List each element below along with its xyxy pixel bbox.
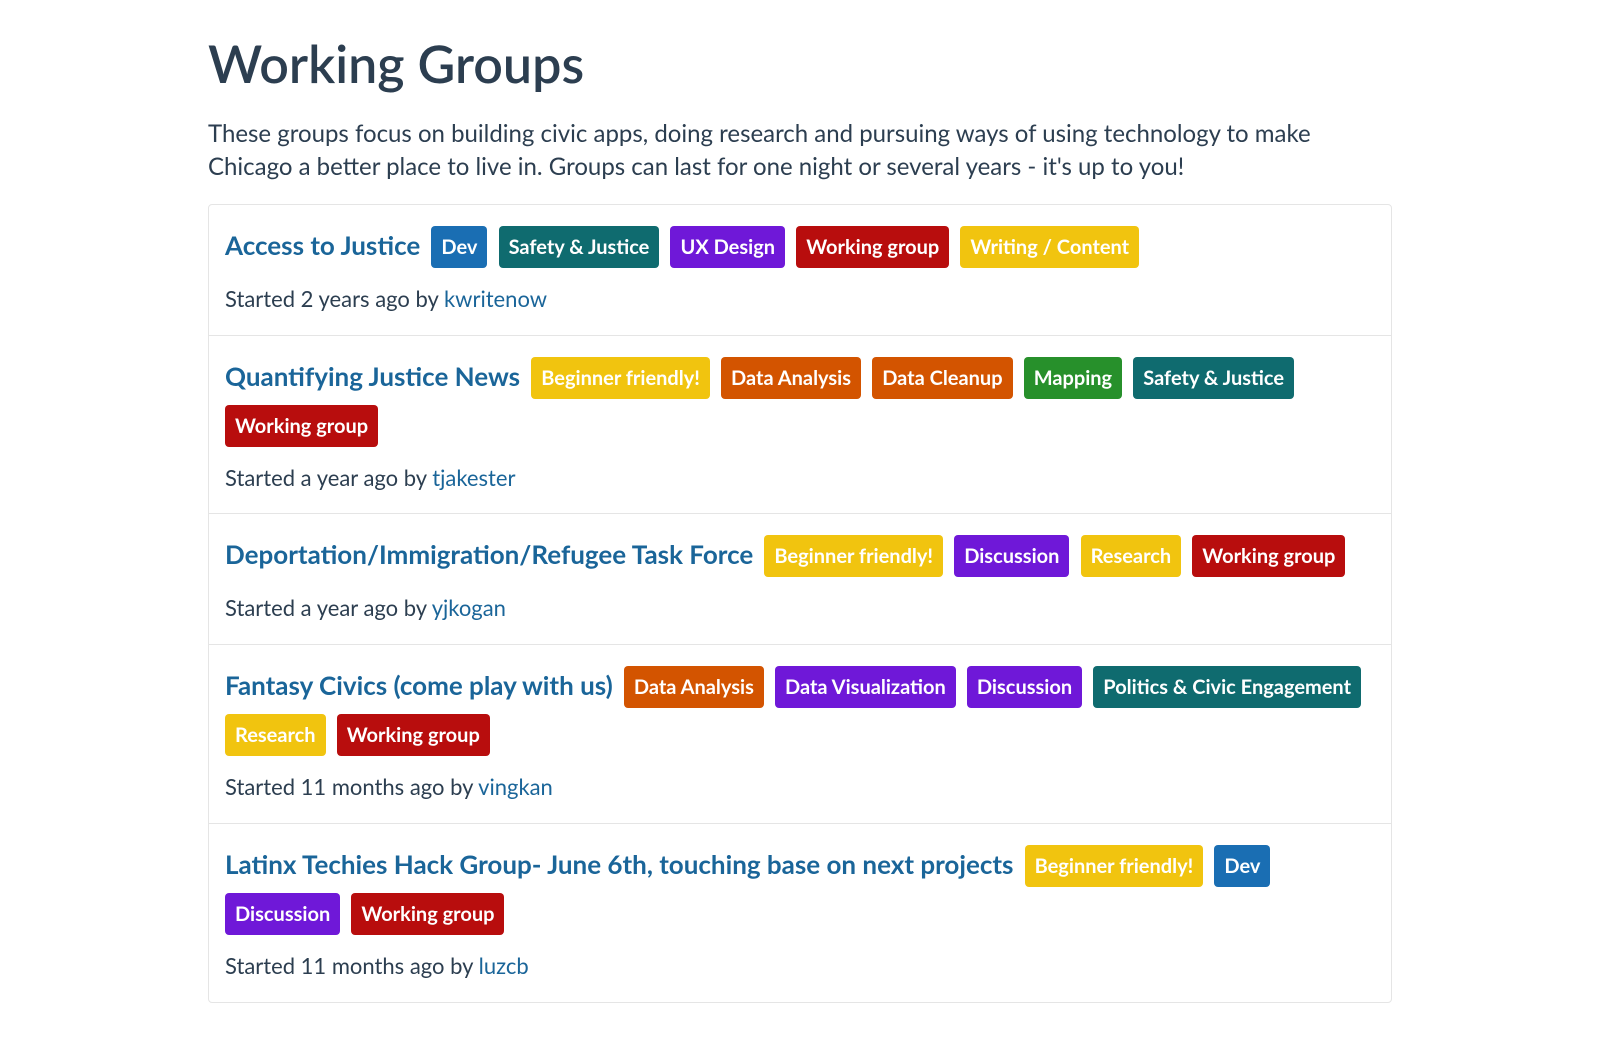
by-text: by [445, 952, 479, 979]
group-title-row: Deportation/Immigration/Refugee Task For… [225, 532, 1375, 583]
started-prefix: Started [225, 464, 301, 491]
author-link[interactable]: kwritenow [444, 285, 547, 312]
started-time: a year ago [301, 594, 398, 621]
started-time: 11 months ago [301, 773, 445, 800]
group-meta: Started a year ago by yjkogan [225, 593, 1375, 624]
tag[interactable]: Safety & Justice [499, 226, 660, 268]
page-title: Working Groups [208, 28, 1392, 101]
group-title-row: Quantifying Justice News Beginner friend… [225, 354, 1375, 453]
group-item: Access to Justice Dev Safety & Justice U… [209, 205, 1391, 336]
author-link[interactable]: tjakester [432, 464, 515, 491]
group-title-row: Fantasy Civics (come play with us) Data … [225, 663, 1375, 762]
tag[interactable]: Discussion [967, 666, 1082, 708]
tag[interactable]: Data Analysis [721, 357, 861, 399]
group-meta: Started 2 years ago by kwritenow [225, 284, 1375, 315]
tag[interactable]: Working group [351, 893, 504, 935]
group-item: Latinx Techies Hack Group- June 6th, tou… [209, 824, 1391, 1002]
tag[interactable]: Safety & Justice [1133, 357, 1294, 399]
tag[interactable]: Working group [1192, 535, 1345, 577]
tag[interactable]: Beginner friendly! [1025, 845, 1204, 887]
tag[interactable]: Working group [337, 714, 490, 756]
started-prefix: Started [225, 594, 301, 621]
group-title-link[interactable]: Access to Justice [225, 229, 420, 261]
page-intro: These groups focus on building civic app… [208, 117, 1392, 184]
group-title-link[interactable]: Fantasy Civics (come play with us) [225, 669, 613, 701]
tag[interactable]: Dev [431, 226, 487, 268]
tag[interactable]: Working group [225, 405, 378, 447]
by-text: by [398, 464, 432, 491]
group-meta: Started 11 months ago by luzcb [225, 951, 1375, 982]
tag[interactable]: Dev [1214, 845, 1270, 887]
group-title-row: Access to Justice Dev Safety & Justice U… [225, 223, 1375, 274]
tag[interactable]: Research [1081, 535, 1182, 577]
page-container: Working Groups These groups focus on bui… [160, 0, 1440, 1051]
tag[interactable]: Data Analysis [624, 666, 764, 708]
tag[interactable]: Working group [796, 226, 949, 268]
tag[interactable]: Mapping [1024, 357, 1122, 399]
group-meta: Started 11 months ago by vingkan [225, 772, 1375, 803]
author-link[interactable]: luzcb [479, 952, 529, 979]
by-text: by [398, 594, 432, 621]
started-time: 11 months ago [301, 952, 445, 979]
group-item: Deportation/Immigration/Refugee Task For… [209, 514, 1391, 645]
author-link[interactable]: vingkan [478, 773, 553, 800]
started-time: a year ago [301, 464, 398, 491]
tag[interactable]: Data Cleanup [872, 357, 1012, 399]
tag[interactable]: Discussion [954, 535, 1069, 577]
group-title-row: Latinx Techies Hack Group- June 6th, tou… [225, 842, 1375, 941]
tag[interactable]: Beginner friendly! [531, 357, 710, 399]
group-item: Fantasy Civics (come play with us) Data … [209, 645, 1391, 824]
tag[interactable]: Discussion [225, 893, 340, 935]
group-meta: Started a year ago by tjakester [225, 463, 1375, 494]
started-prefix: Started [225, 285, 301, 312]
group-title-link[interactable]: Quantifying Justice News [225, 360, 520, 392]
groups-list: Access to Justice Dev Safety & Justice U… [208, 204, 1392, 1003]
tag[interactable]: Research [225, 714, 326, 756]
by-text: by [445, 773, 479, 800]
started-prefix: Started [225, 773, 301, 800]
author-link[interactable]: yjkogan [432, 594, 506, 621]
tag[interactable]: Writing / Content [960, 226, 1139, 268]
group-title-link[interactable]: Deportation/Immigration/Refugee Task For… [225, 538, 753, 570]
tag[interactable]: Politics & Civic Engagement [1093, 666, 1361, 708]
started-prefix: Started [225, 952, 301, 979]
tag[interactable]: UX Design [670, 226, 785, 268]
tag[interactable]: Beginner friendly! [764, 535, 943, 577]
by-text: by [410, 285, 444, 312]
group-item: Quantifying Justice News Beginner friend… [209, 336, 1391, 515]
group-title-link[interactable]: Latinx Techies Hack Group- June 6th, tou… [225, 848, 1013, 880]
tag[interactable]: Data Visualization [775, 666, 956, 708]
started-time: 2 years ago [301, 285, 410, 312]
